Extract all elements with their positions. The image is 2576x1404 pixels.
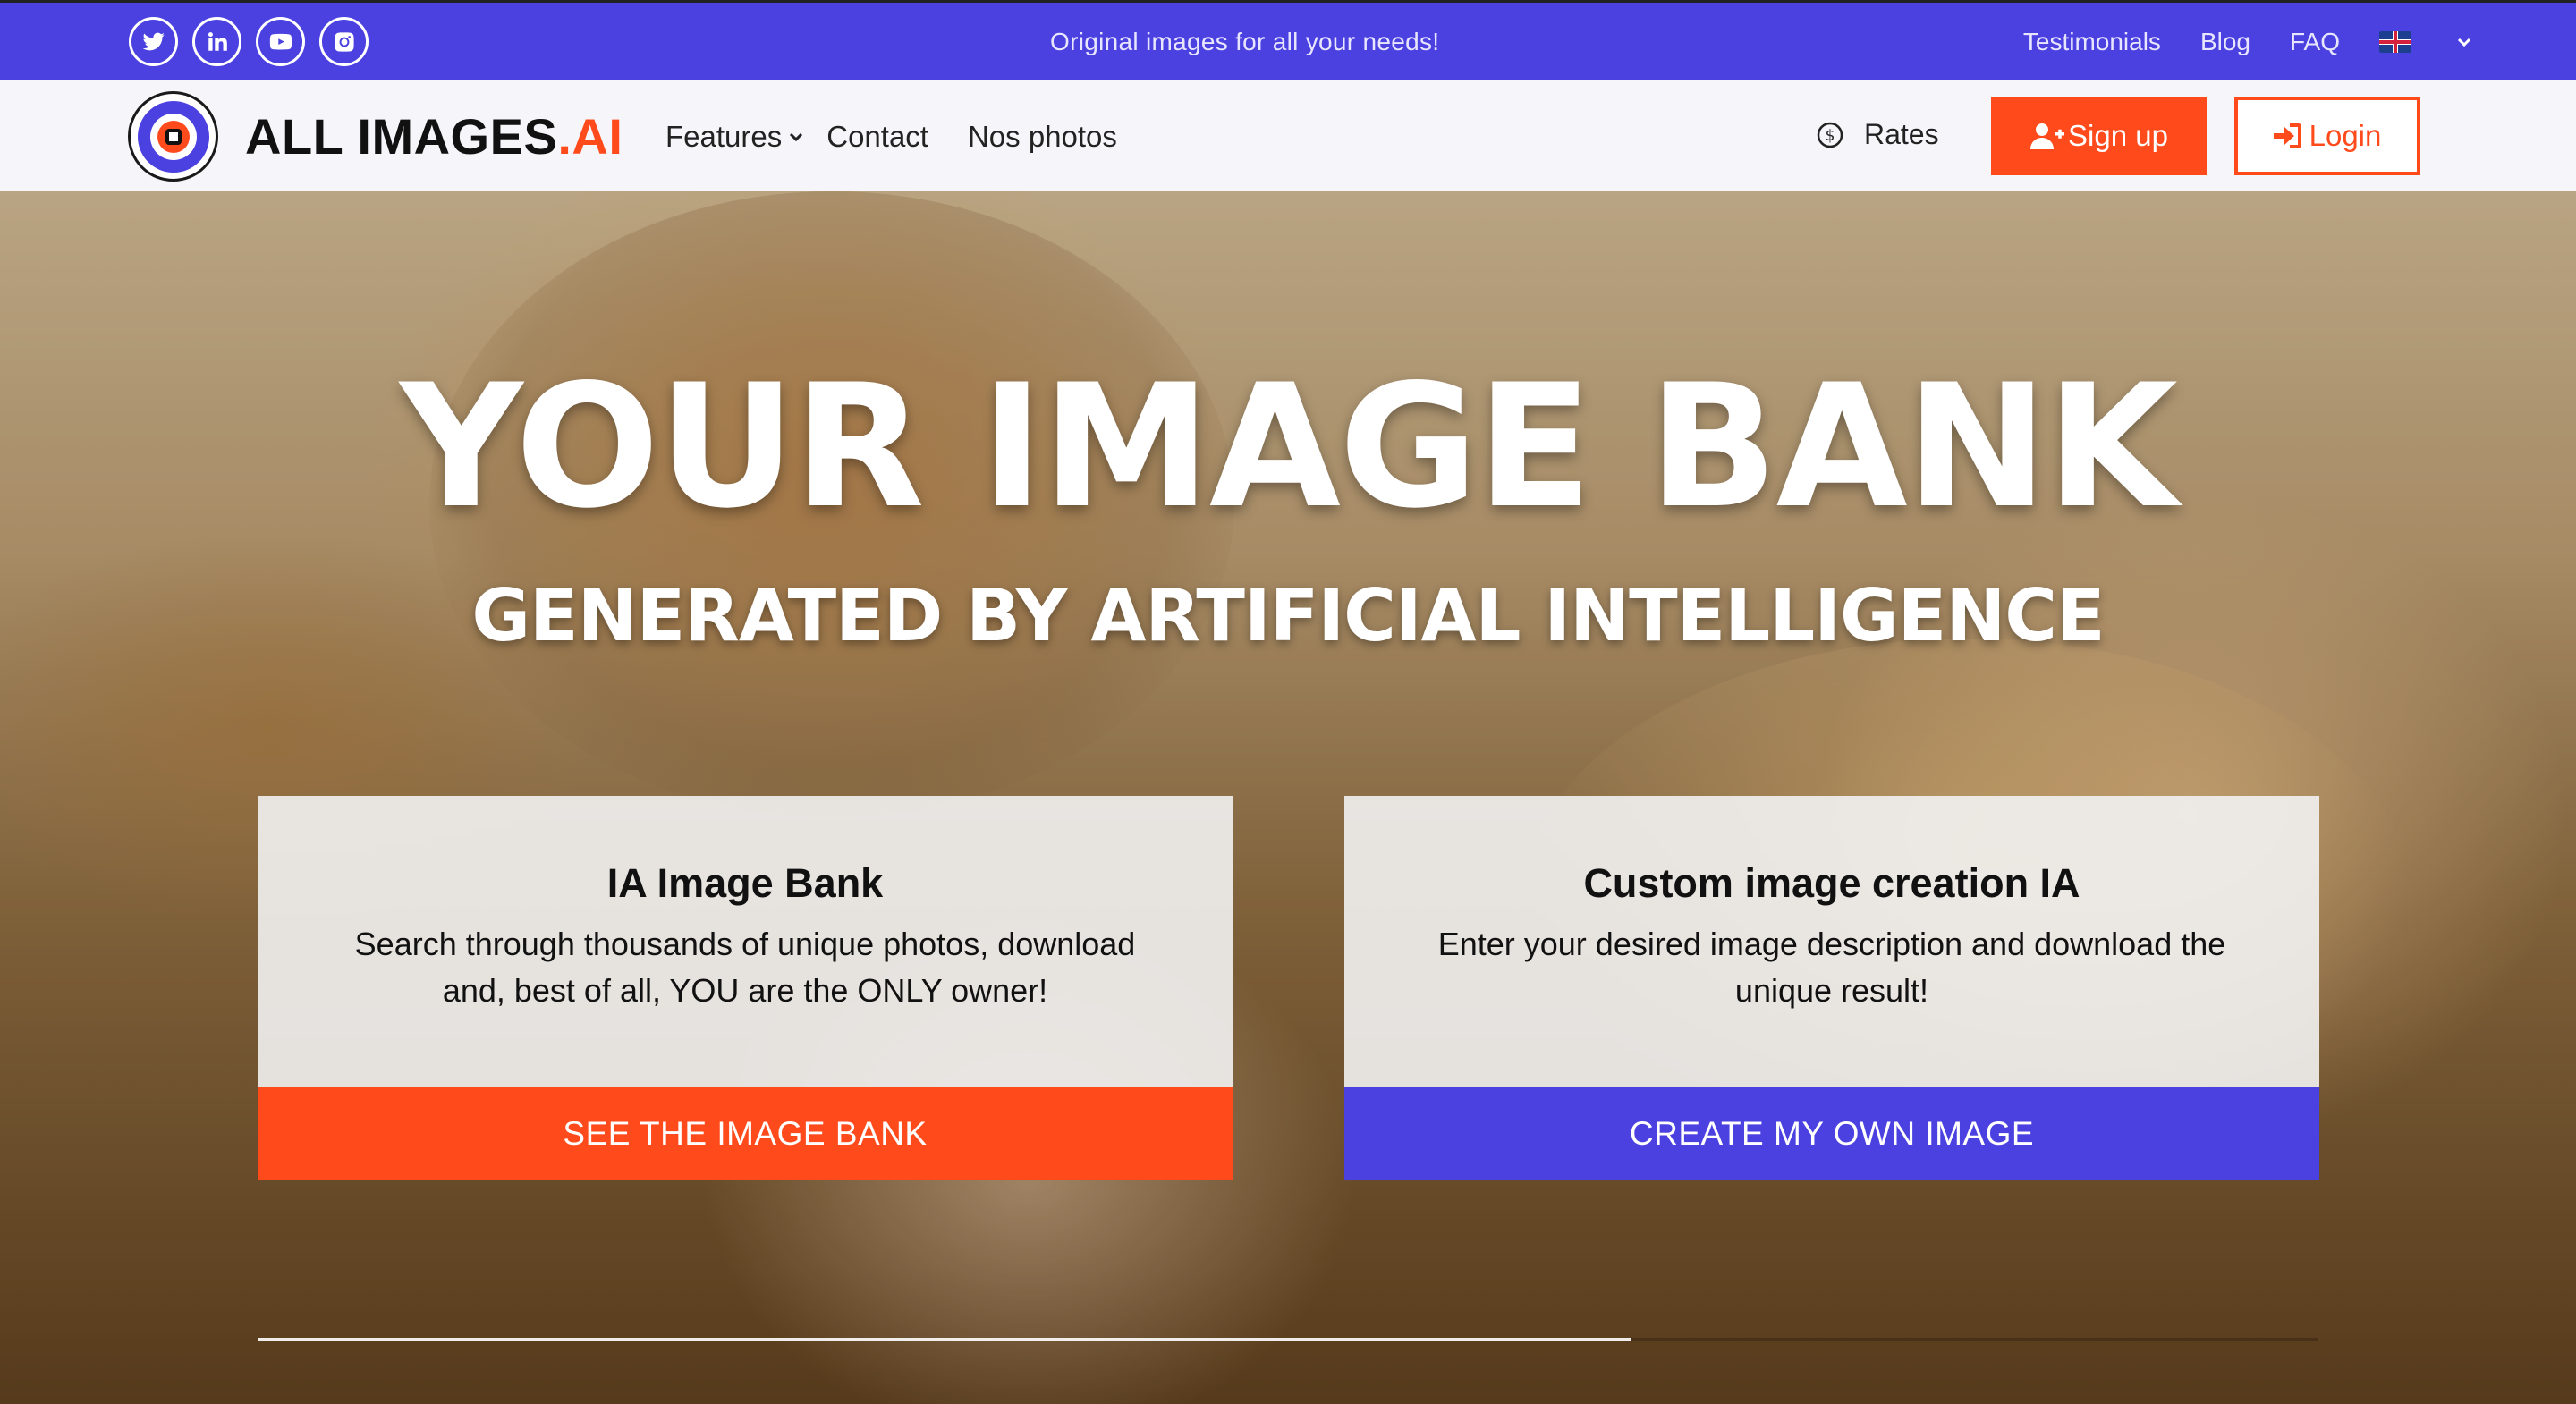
logo-icon[interactable] (128, 91, 218, 182)
youtube-icon[interactable] (256, 17, 305, 66)
dollar-circle-icon: $ (1817, 122, 1843, 148)
blog-link[interactable]: Blog (2200, 28, 2250, 56)
card-text: Search through thousands of unique photo… (354, 926, 1136, 1009)
uk-flag-icon[interactable] (2379, 31, 2411, 53)
rates-label: Rates (1864, 118, 1939, 150)
svg-text:$: $ (1826, 127, 1835, 145)
nav-photos[interactable]: Nos photos (968, 120, 1117, 154)
nav-contact[interactable]: Contact (826, 120, 928, 154)
testimonials-link[interactable]: Testimonials (2023, 28, 2161, 56)
social-links (129, 17, 369, 66)
custom-image-card: Custom image creation IA Enter your desi… (1344, 796, 2319, 1180)
top-links: Testimonials Blog FAQ (2023, 28, 2474, 56)
tagline: Original images for all your needs! (1050, 28, 1440, 55)
login-label: Login (2309, 119, 2382, 152)
hero-subtitle: GENERATED BY ARTIFICIAL INTELLIGENCE (471, 574, 2105, 657)
divider (258, 1338, 1631, 1341)
login-button[interactable]: Login (2234, 97, 2420, 175)
card-title: IA Image Bank (606, 860, 884, 906)
nav-links: Features Contact Nos photos (665, 120, 1157, 154)
hero-section: YOUR IMAGE BANK GENERATED BY ARTIFICIAL … (0, 191, 2576, 1404)
twitter-icon[interactable] (129, 17, 178, 66)
linkedin-icon[interactable] (192, 17, 242, 66)
chevron-down-icon (790, 132, 803, 142)
image-bank-card: IA Image Bank Search through thousands o… (258, 796, 1233, 1180)
instagram-icon[interactable] (319, 17, 369, 66)
rates-link[interactable]: $ Rates (1816, 118, 1939, 151)
hero-title: YOUR IMAGE BANK (400, 348, 2178, 546)
brand-accent: .AI (557, 108, 623, 165)
nav-features[interactable]: Features (665, 120, 805, 154)
main-navbar: ALL IMAGES.AI Features Contact Nos photo… (0, 80, 2576, 191)
brand-name[interactable]: ALL IMAGES.AI (245, 107, 623, 165)
brand-main: ALL IMAGES (245, 108, 558, 165)
top-bar: Original images for all your needs! Test… (0, 0, 2576, 80)
nav-features-label: Features (665, 120, 783, 153)
see-image-bank-button[interactable]: SEE THE IMAGE BANK (258, 1087, 1233, 1180)
card-title: Custom image creation IA (1583, 860, 2080, 906)
faq-link[interactable]: FAQ (2290, 28, 2340, 56)
sign-in-icon (2273, 123, 2301, 148)
add-user-icon (2030, 123, 2065, 149)
card-text: Enter your desired image description and… (1437, 926, 2226, 1009)
create-own-image-button[interactable]: CREATE MY OWN IMAGE (1344, 1087, 2319, 1180)
signup-label: Sign up (2068, 119, 2168, 152)
divider (1631, 1338, 2318, 1341)
signup-button[interactable]: Sign up (1991, 97, 2207, 175)
chevron-down-icon[interactable] (2454, 32, 2474, 52)
